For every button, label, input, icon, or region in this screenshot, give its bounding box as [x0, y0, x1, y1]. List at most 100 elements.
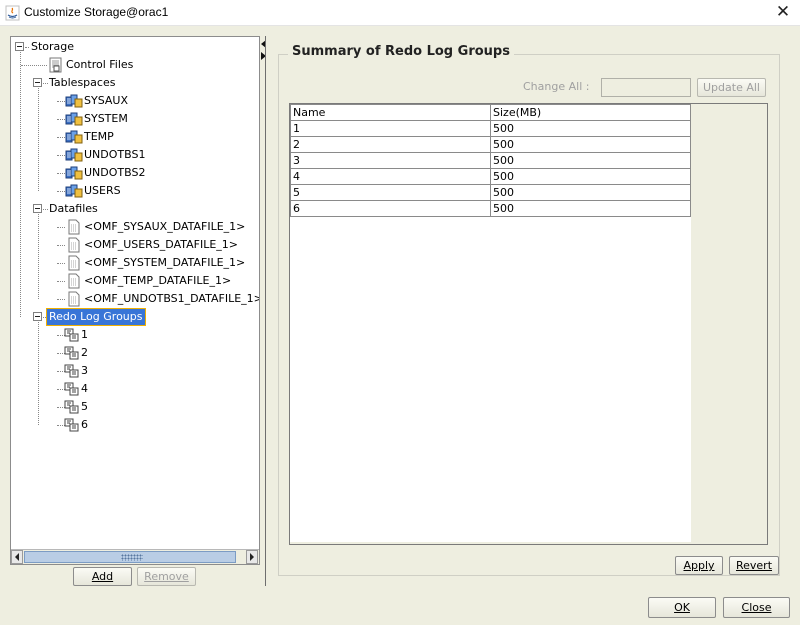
tree-node-tablespace[interactable]: TEMP	[11, 128, 259, 146]
storage-tree[interactable]: Storage Control Files Tablespaces SYSAUX SYS…	[10, 36, 260, 565]
update-all-button[interactable]: Update All	[697, 78, 766, 97]
summary-title: Summary of Redo Log Groups	[288, 44, 514, 59]
collapse-arrows-icon[interactable]	[260, 38, 268, 62]
redo-group-icon	[64, 345, 80, 361]
ok-button[interactable]: OK	[648, 597, 716, 618]
redo-log-grid[interactable]: Name Size(MB) 1 500 2 500 3 500 4 500 5 500 6 500	[290, 104, 691, 217]
collapse-toggle-icon[interactable]	[15, 42, 24, 51]
tree-node-redo-group[interactable]: 4	[11, 380, 259, 398]
cell-name[interactable]: 4	[290, 168, 491, 185]
cell-name[interactable]: 6	[290, 200, 491, 217]
tree-node-label: SYSTEM	[84, 112, 128, 125]
tree-node-label: <OMF_SYSTEM_DATAFILE_1>	[84, 256, 246, 269]
tree-node-label: <OMF_USERS_DATAFILE_1>	[84, 238, 239, 251]
tree-node-label: 5	[81, 400, 88, 413]
tree-node-tablespace[interactable]: UNDOTBS2	[11, 164, 259, 182]
tree-node-label: USERS	[84, 184, 121, 197]
change-all-label: Change All :	[523, 80, 590, 93]
tree-node-label: <OMF_TEMP_DATAFILE_1>	[84, 274, 232, 287]
tree-node-datafile[interactable]: <OMF_TEMP_DATAFILE_1>	[11, 272, 259, 290]
table-row[interactable]: 5 500	[290, 184, 691, 201]
cell-name[interactable]: 2	[290, 136, 491, 153]
add-button[interactable]: Add	[73, 567, 132, 586]
update-all-label: Update All	[703, 81, 760, 94]
tree-node-control-files[interactable]: Control Files	[11, 56, 259, 74]
change-all-input[interactable]	[601, 78, 691, 97]
tree-node-tablespace[interactable]: UNDOTBS1	[11, 146, 259, 164]
tree-node-redo-group[interactable]: 2	[11, 344, 259, 362]
cell-size[interactable]: 500	[490, 200, 691, 217]
table-row[interactable]: 3 500	[290, 152, 691, 169]
tree-node-redo-log-groups[interactable]: Redo Log Groups	[11, 308, 259, 326]
tree-node-datafiles[interactable]: Datafiles	[11, 200, 259, 218]
collapse-toggle-icon[interactable]	[33, 204, 42, 213]
tree-node-datafile[interactable]: <OMF_USERS_DATAFILE_1>	[11, 236, 259, 254]
table-row[interactable]: 4 500	[290, 168, 691, 185]
redo-log-table[interactable]: Name Size(MB) 1 500 2 500 3 500 4 500 5 500 6 500	[289, 103, 768, 545]
tree-node-datafile[interactable]: <OMF_SYSAUX_DATAFILE_1>	[11, 218, 259, 236]
cell-size[interactable]: 500	[490, 152, 691, 169]
scroll-right-icon[interactable]	[246, 550, 258, 564]
datafile-icon	[66, 255, 82, 271]
table-row[interactable]: 1 500	[290, 120, 691, 137]
tree-node-label: Control Files	[66, 58, 134, 71]
tree-node-label: 6	[81, 418, 88, 431]
tablespace-icon	[65, 165, 83, 181]
tree-node-redo-group[interactable]: 1	[11, 326, 259, 344]
tree-node-label: Datafiles	[49, 202, 98, 215]
tablespace-icon	[65, 129, 83, 145]
tree-node-tablespace[interactable]: USERS	[11, 182, 259, 200]
apply-label: Apply	[683, 559, 715, 572]
tree-node-datafile[interactable]: <OMF_UNDOTBS1_DATAFILE_1>	[11, 290, 259, 308]
tablespace-icon	[65, 183, 83, 199]
column-header-name[interactable]: Name	[290, 104, 491, 121]
table-row[interactable]: 2 500	[290, 136, 691, 153]
tree-content: Storage Control Files Tablespaces SYSAUX SYS…	[11, 37, 259, 549]
redo-group-icon	[64, 381, 80, 397]
tree-node-redo-group[interactable]: 3	[11, 362, 259, 380]
table-header-row: Name Size(MB)	[290, 104, 691, 121]
close-button[interactable]: Close	[723, 597, 790, 618]
remove-button[interactable]: Remove	[137, 567, 196, 586]
redo-group-icon	[64, 399, 80, 415]
cell-name[interactable]: 1	[290, 120, 491, 137]
table-row[interactable]: 6 500	[290, 200, 691, 217]
scroll-thumb[interactable]	[24, 551, 236, 563]
collapse-toggle-icon[interactable]	[33, 78, 42, 87]
tree-node-redo-group[interactable]: 5	[11, 398, 259, 416]
tree-node-label: Storage	[31, 40, 75, 53]
tree-node-label: 2	[81, 346, 88, 359]
datafile-icon	[66, 291, 82, 307]
datafile-icon	[66, 237, 82, 253]
collapse-toggle-icon[interactable]	[33, 312, 42, 321]
cell-size[interactable]: 500	[490, 184, 691, 201]
datafile-icon	[66, 219, 82, 235]
tablespace-icon	[65, 147, 83, 163]
split-pane-divider[interactable]	[260, 36, 268, 586]
tree-node-tablespace[interactable]: SYSAUX	[11, 92, 259, 110]
tree-node-redo-group[interactable]: 6	[11, 416, 259, 434]
cell-name[interactable]: 5	[290, 184, 491, 201]
control-files-icon	[48, 57, 64, 73]
tree-node-label: 3	[81, 364, 88, 377]
revert-button[interactable]: Revert	[729, 556, 779, 575]
ok-label: OK	[674, 601, 690, 614]
column-header-size[interactable]: Size(MB)	[490, 104, 691, 121]
tree-node-label: Redo Log Groups	[46, 308, 146, 326]
tree-root-storage[interactable]: Storage	[11, 38, 259, 56]
tree-node-tablespace[interactable]: SYSTEM	[11, 110, 259, 128]
cell-name[interactable]: 3	[290, 152, 491, 169]
apply-button[interactable]: Apply	[675, 556, 723, 575]
cell-size[interactable]: 500	[490, 168, 691, 185]
cell-size[interactable]: 500	[490, 120, 691, 137]
window-close-icon[interactable]: ✕	[774, 3, 792, 21]
tree-node-datafile[interactable]: <OMF_SYSTEM_DATAFILE_1>	[11, 254, 259, 272]
tree-node-tablespaces[interactable]: Tablespaces	[11, 74, 259, 92]
remove-button-label: Remove	[144, 570, 189, 583]
redo-group-icon	[64, 363, 80, 379]
tree-node-label: 4	[81, 382, 88, 395]
tree-horizontal-scrollbar[interactable]	[11, 549, 259, 564]
window-title: Customize Storage@orac1	[24, 5, 169, 19]
cell-size[interactable]: 500	[490, 136, 691, 153]
scroll-left-icon[interactable]	[11, 550, 23, 564]
